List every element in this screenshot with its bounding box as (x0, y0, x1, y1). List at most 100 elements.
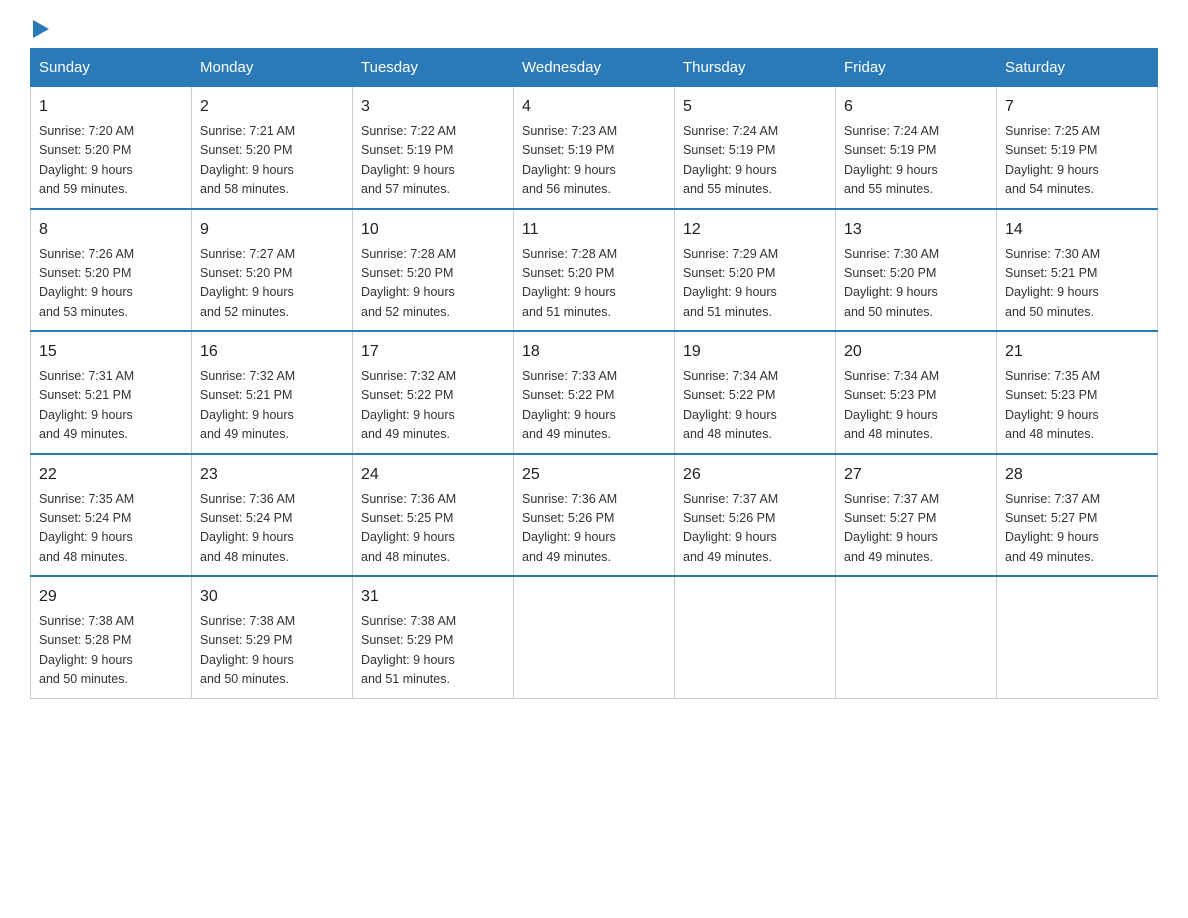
day-number: 27 (844, 463, 988, 487)
calendar-cell: 4 Sunrise: 7:23 AMSunset: 5:19 PMDaylight… (514, 87, 675, 209)
day-info: Sunrise: 7:22 AMSunset: 5:19 PMDaylight:… (361, 124, 456, 196)
logo-arrow-icon (33, 20, 49, 38)
day-number: 21 (1005, 340, 1149, 364)
day-info: Sunrise: 7:38 AMSunset: 5:28 PMDaylight:… (39, 614, 134, 686)
calendar-cell: 13 Sunrise: 7:30 AMSunset: 5:20 PMDayligh… (836, 209, 997, 332)
calendar-cell: 7 Sunrise: 7:25 AMSunset: 5:19 PMDaylight… (997, 87, 1158, 209)
day-info: Sunrise: 7:35 AMSunset: 5:24 PMDaylight:… (39, 492, 134, 564)
day-info: Sunrise: 7:38 AMSunset: 5:29 PMDaylight:… (200, 614, 295, 686)
calendar-cell: 5 Sunrise: 7:24 AMSunset: 5:19 PMDaylight… (675, 87, 836, 209)
calendar-cell: 11 Sunrise: 7:28 AMSunset: 5:20 PMDayligh… (514, 209, 675, 332)
calendar-cell: 24 Sunrise: 7:36 AMSunset: 5:25 PMDayligh… (353, 454, 514, 577)
day-number: 5 (683, 95, 827, 119)
weekday-header-monday: Monday (192, 49, 353, 87)
calendar-cell: 26 Sunrise: 7:37 AMSunset: 5:26 PMDayligh… (675, 454, 836, 577)
logo (30, 20, 49, 38)
day-number: 12 (683, 218, 827, 242)
calendar-cell: 16Sunrise: 7:32 AMSunset: 5:21 PMDayligh… (192, 331, 353, 454)
calendar-cell: 15 Sunrise: 7:31 AMSunset: 5:21 PMDayligh… (31, 331, 192, 454)
day-number: 24 (361, 463, 505, 487)
day-info: Sunrise: 7:33 AMSunset: 5:22 PMDaylight:… (522, 369, 617, 441)
day-info: Sunrise: 7:28 AMSunset: 5:20 PMDaylight:… (522, 247, 617, 319)
weekday-header-row: SundayMondayTuesdayWednesdayThursdayFrid… (31, 49, 1158, 87)
day-number: 19 (683, 340, 827, 364)
calendar-cell: 10Sunrise: 7:28 AMSunset: 5:20 PMDayligh… (353, 209, 514, 332)
day-info: Sunrise: 7:37 AMSunset: 5:27 PMDaylight:… (844, 492, 939, 564)
day-number: 15 (39, 340, 183, 364)
calendar-cell: 20Sunrise: 7:34 AMSunset: 5:23 PMDayligh… (836, 331, 997, 454)
calendar-cell: 14 Sunrise: 7:30 AMSunset: 5:21 PMDayligh… (997, 209, 1158, 332)
day-number: 3 (361, 95, 505, 119)
day-info: Sunrise: 7:37 AMSunset: 5:26 PMDaylight:… (683, 492, 778, 564)
day-number: 10 (361, 218, 505, 242)
day-number: 16 (200, 340, 344, 364)
day-number: 7 (1005, 95, 1149, 119)
day-info: Sunrise: 7:34 AMSunset: 5:22 PMDaylight:… (683, 369, 778, 441)
calendar-cell: 23Sunrise: 7:36 AMSunset: 5:24 PMDayligh… (192, 454, 353, 577)
day-number: 4 (522, 95, 666, 119)
day-number: 17 (361, 340, 505, 364)
day-info: Sunrise: 7:25 AMSunset: 5:19 PMDaylight:… (1005, 124, 1100, 196)
day-info: Sunrise: 7:34 AMSunset: 5:23 PMDaylight:… (844, 369, 939, 441)
day-number: 22 (39, 463, 183, 487)
calendar-cell: 30 Sunrise: 7:38 AMSunset: 5:29 PMDayligh… (192, 576, 353, 698)
day-number: 14 (1005, 218, 1149, 242)
page-header (30, 20, 1158, 38)
calendar-cell: 2 Sunrise: 7:21 AMSunset: 5:20 PMDaylight… (192, 87, 353, 209)
calendar-cell: 19 Sunrise: 7:34 AMSunset: 5:22 PMDayligh… (675, 331, 836, 454)
day-info: Sunrise: 7:36 AMSunset: 5:25 PMDaylight:… (361, 492, 456, 564)
calendar-cell: 31 Sunrise: 7:38 AMSunset: 5:29 PMDayligh… (353, 576, 514, 698)
day-number: 29 (39, 585, 183, 609)
day-info: Sunrise: 7:30 AMSunset: 5:20 PMDaylight:… (844, 247, 939, 319)
calendar-cell: 1 Sunrise: 7:20 AMSunset: 5:20 PMDaylight… (31, 87, 192, 209)
week-row-2: 8Sunrise: 7:26 AMSunset: 5:20 PMDaylight… (31, 209, 1158, 332)
day-info: Sunrise: 7:20 AMSunset: 5:20 PMDaylight:… (39, 124, 134, 196)
calendar-cell (836, 576, 997, 698)
day-number: 11 (522, 218, 666, 242)
day-number: 13 (844, 218, 988, 242)
day-info: Sunrise: 7:31 AMSunset: 5:21 PMDaylight:… (39, 369, 134, 441)
day-info: Sunrise: 7:38 AMSunset: 5:29 PMDaylight:… (361, 614, 456, 686)
calendar-cell: 22 Sunrise: 7:35 AMSunset: 5:24 PMDayligh… (31, 454, 192, 577)
day-info: Sunrise: 7:23 AMSunset: 5:19 PMDaylight:… (522, 124, 617, 196)
calendar-cell: 18 Sunrise: 7:33 AMSunset: 5:22 PMDayligh… (514, 331, 675, 454)
day-number: 2 (200, 95, 344, 119)
day-info: Sunrise: 7:30 AMSunset: 5:21 PMDaylight:… (1005, 247, 1100, 319)
day-info: Sunrise: 7:24 AMSunset: 5:19 PMDaylight:… (683, 124, 778, 196)
calendar-cell: 27 Sunrise: 7:37 AMSunset: 5:27 PMDayligh… (836, 454, 997, 577)
calendar-cell: 21Sunrise: 7:35 AMSunset: 5:23 PMDayligh… (997, 331, 1158, 454)
day-info: Sunrise: 7:32 AMSunset: 5:22 PMDaylight:… (361, 369, 456, 441)
weekday-header-friday: Friday (836, 49, 997, 87)
day-number: 31 (361, 585, 505, 609)
day-info: Sunrise: 7:36 AMSunset: 5:24 PMDaylight:… (200, 492, 295, 564)
weekday-header-sunday: Sunday (31, 49, 192, 87)
day-info: Sunrise: 7:27 AMSunset: 5:20 PMDaylight:… (200, 247, 295, 319)
calendar-cell (675, 576, 836, 698)
day-number: 9 (200, 218, 344, 242)
day-number: 1 (39, 95, 183, 119)
week-row-3: 15 Sunrise: 7:31 AMSunset: 5:21 PMDayligh… (31, 331, 1158, 454)
day-number: 8 (39, 218, 183, 242)
calendar-cell: 25Sunrise: 7:36 AMSunset: 5:26 PMDayligh… (514, 454, 675, 577)
calendar-cell: 8Sunrise: 7:26 AMSunset: 5:20 PMDaylight… (31, 209, 192, 332)
calendar-cell: 6Sunrise: 7:24 AMSunset: 5:19 PMDaylight… (836, 87, 997, 209)
week-row-5: 29 Sunrise: 7:38 AMSunset: 5:28 PMDayligh… (31, 576, 1158, 698)
day-info: Sunrise: 7:21 AMSunset: 5:20 PMDaylight:… (200, 124, 295, 196)
calendar-cell: 17 Sunrise: 7:32 AMSunset: 5:22 PMDayligh… (353, 331, 514, 454)
week-row-1: 1 Sunrise: 7:20 AMSunset: 5:20 PMDaylight… (31, 87, 1158, 209)
calendar-table: SundayMondayTuesdayWednesdayThursdayFrid… (30, 48, 1158, 699)
day-number: 18 (522, 340, 666, 364)
weekday-header-thursday: Thursday (675, 49, 836, 87)
weekday-header-saturday: Saturday (997, 49, 1158, 87)
calendar-cell (514, 576, 675, 698)
day-info: Sunrise: 7:29 AMSunset: 5:20 PMDaylight:… (683, 247, 778, 319)
day-number: 30 (200, 585, 344, 609)
day-number: 26 (683, 463, 827, 487)
day-number: 28 (1005, 463, 1149, 487)
calendar-cell: 28Sunrise: 7:37 AMSunset: 5:27 PMDayligh… (997, 454, 1158, 577)
weekday-header-wednesday: Wednesday (514, 49, 675, 87)
day-number: 25 (522, 463, 666, 487)
calendar-cell: 3 Sunrise: 7:22 AMSunset: 5:19 PMDaylight… (353, 87, 514, 209)
calendar-cell: 29 Sunrise: 7:38 AMSunset: 5:28 PMDayligh… (31, 576, 192, 698)
calendar-cell: 12 Sunrise: 7:29 AMSunset: 5:20 PMDayligh… (675, 209, 836, 332)
